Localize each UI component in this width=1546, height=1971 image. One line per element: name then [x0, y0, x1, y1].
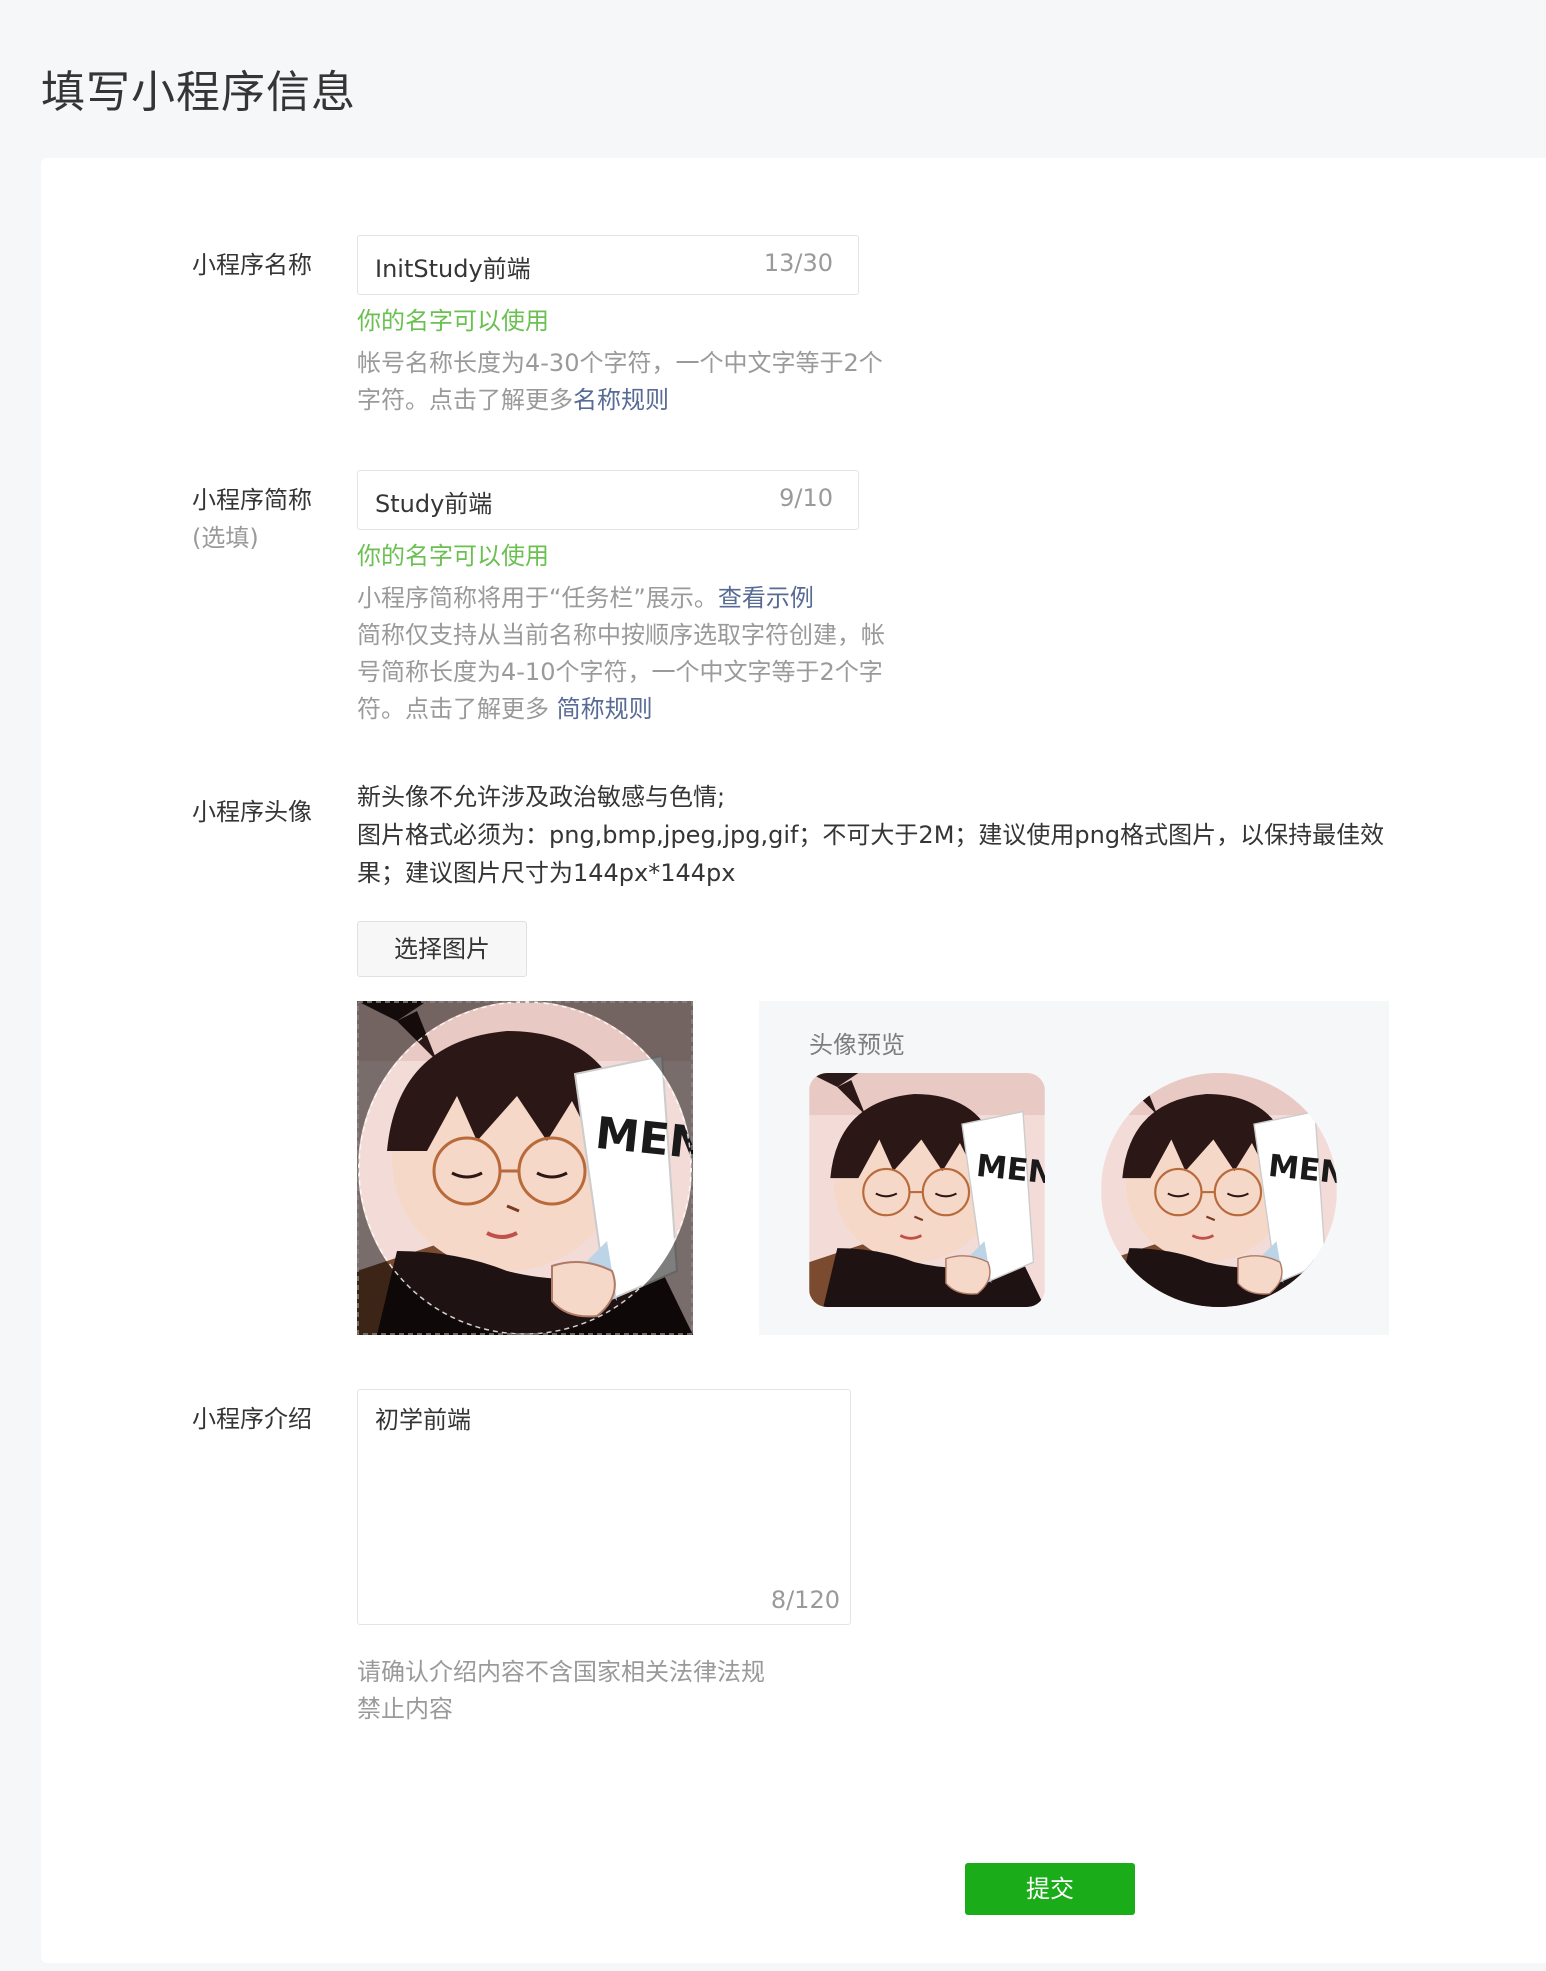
avatar-desc-1: 新头像不允许涉及政治敏感与色情;	[357, 783, 726, 811]
form-card: 小程序名称 InitStudy前端 13/30 你的名字可以使用 帐号名称长度为…	[41, 158, 1546, 1963]
short-name-status: 你的名字可以使用	[357, 542, 549, 570]
submit-button[interactable]: 提交	[965, 1863, 1135, 1915]
avatar-preview-square: MENU	[809, 1073, 1045, 1307]
short-name-label: 小程序简称 (选填)	[192, 481, 312, 557]
intro-hint-1: 请确认介绍内容不含国家相关法律法规	[357, 1658, 765, 1686]
avatar-crop-area[interactable]: MENU	[357, 1001, 693, 1335]
short-name-counter: 9/10	[779, 484, 833, 512]
select-image-button[interactable]: 选择图片	[357, 921, 527, 977]
name-counter: 13/30	[763, 249, 833, 277]
intro-label: 小程序介绍	[192, 1405, 312, 1433]
avatar-preview-title: 头像预览	[809, 1031, 905, 1059]
name-label: 小程序名称	[192, 251, 312, 279]
short-name-input-value[interactable]: Study前端	[375, 484, 492, 519]
short-name-optional: (选填)	[192, 524, 259, 552]
name-hint: 帐号名称长度为4-30个字符，一个中文字等于2个字符。点击了解更多名称规则	[357, 345, 887, 419]
page-title: 填写小程序信息	[41, 67, 356, 118]
intro-textarea-value[interactable]: 初学前端	[375, 1400, 471, 1435]
name-rules-link[interactable]: 名称规则	[573, 386, 669, 414]
short-name-label-text: 小程序简称	[192, 486, 312, 514]
short-name-rules-link[interactable]: 简称规则	[557, 695, 653, 723]
avatar-desc-2: 图片格式必须为：png,bmp,jpeg,jpg,gif；不可大于2M；建议使用…	[357, 821, 1385, 887]
name-status: 你的名字可以使用	[357, 307, 549, 335]
intro-hint: 请确认介绍内容不含国家相关法律法规 禁止内容	[357, 1654, 857, 1728]
intro-hint-2: 禁止内容	[357, 1695, 453, 1723]
avatar-preview-circle: MENU	[1101, 1073, 1337, 1307]
avatar-crop-image: MENU	[357, 1001, 693, 1335]
avatar-description: 新头像不允许涉及政治敏感与色情; 图片格式必须为：png,bmp,jpeg,jp…	[357, 778, 1417, 892]
view-example-link[interactable]: 查看示例	[718, 584, 814, 612]
avatar-preview-panel: 头像预览 MENU MENU	[759, 1001, 1389, 1335]
short-name-input[interactable]: Study前端 9/10	[357, 470, 859, 530]
short-name-hint: 小程序简称将用于“任务栏”展示。查看示例 简称仅支持从当前名称中按顺序选取字符创…	[357, 580, 887, 728]
avatar-preview-circle-image: MENU	[1101, 1073, 1337, 1307]
short-name-hint-1: 小程序简称将用于“任务栏”展示。	[357, 584, 718, 612]
avatar-label: 小程序头像	[192, 798, 312, 826]
name-input[interactable]: InitStudy前端 13/30	[357, 235, 859, 295]
intro-textarea[interactable]: 初学前端 8/120	[357, 1389, 851, 1625]
name-input-value[interactable]: InitStudy前端	[375, 249, 531, 284]
intro-counter: 8/120	[770, 1586, 840, 1614]
avatar-preview-square-image: MENU	[809, 1073, 1045, 1307]
